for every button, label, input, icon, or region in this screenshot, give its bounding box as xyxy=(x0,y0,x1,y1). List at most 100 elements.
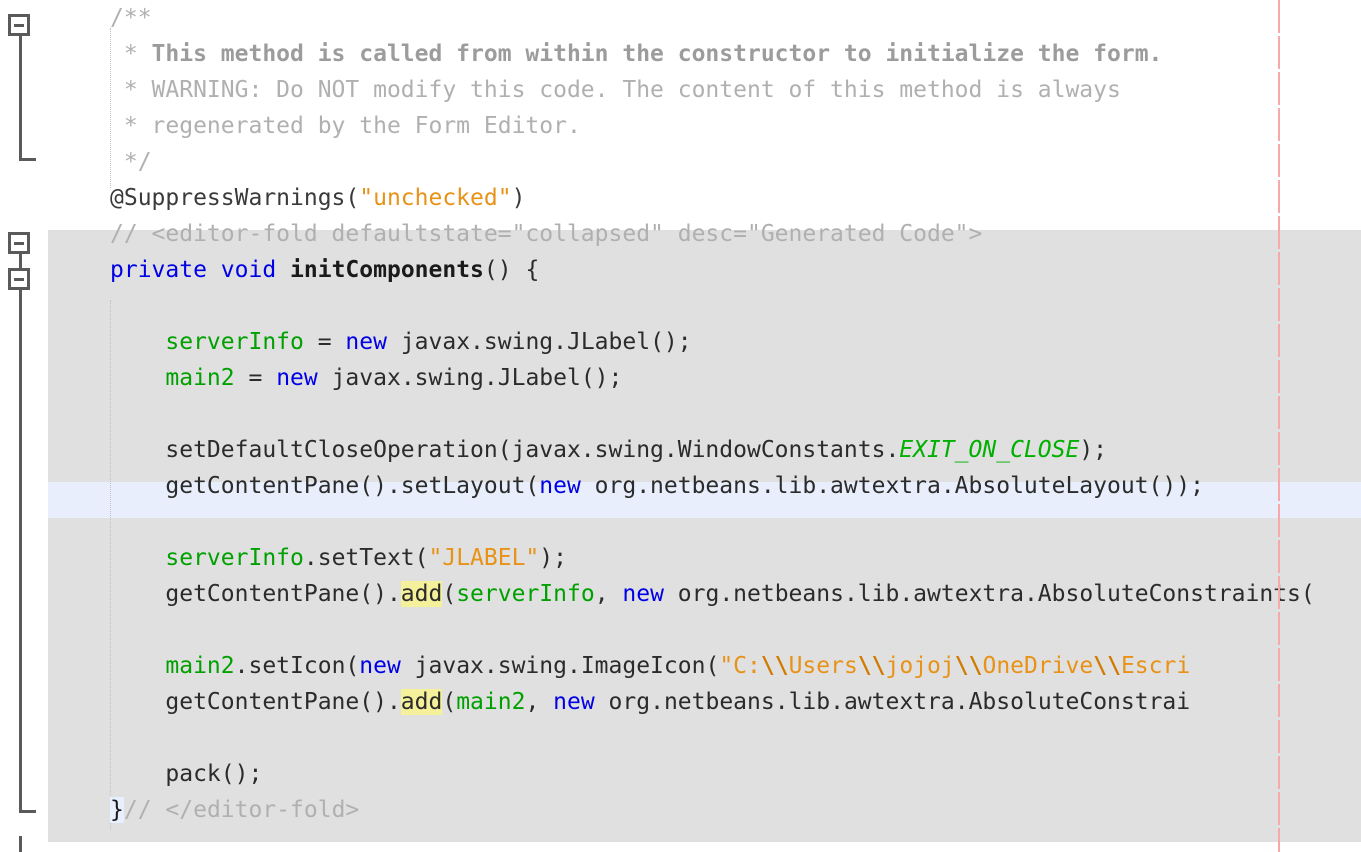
code-line-1[interactable]: /** xyxy=(110,0,152,36)
token: // <editor-fold defaultstate="collapsed"… xyxy=(110,221,983,247)
right-margin-guide xyxy=(1278,0,1280,852)
code-line-12[interactable] xyxy=(110,396,124,432)
token: () { xyxy=(483,257,540,283)
fold-stem-javadoc xyxy=(19,36,22,160)
token: org.netbeans.lib.awtextra.AbsoluteConstr… xyxy=(663,581,1315,607)
token: serverInfo xyxy=(456,581,595,607)
token: ) xyxy=(511,185,526,211)
code-line-15[interactable] xyxy=(110,504,124,540)
token: private xyxy=(110,257,207,283)
code-line-13[interactable]: setDefaultCloseOperation(javax.swing.Win… xyxy=(110,432,1107,468)
code-line-18[interactable] xyxy=(110,612,124,648)
token: // </editor-fold> xyxy=(123,797,360,823)
fold-gutter[interactable] xyxy=(0,0,48,852)
token: new xyxy=(359,653,401,679)
token: javax.swing.JLabel(); xyxy=(317,365,623,391)
code-line-4[interactable]: * regenerated by the Form Editor. xyxy=(110,108,581,144)
token: setDefaultCloseOperation(javax.swing.Win… xyxy=(110,437,900,463)
token: Users xyxy=(788,653,858,679)
token: "unchecked" xyxy=(359,185,512,211)
token: pack(); xyxy=(110,761,263,787)
token: org.netbeans.lib.awtextra.AbsoluteConstr… xyxy=(594,689,1191,715)
token: = xyxy=(234,365,277,391)
code-line-6[interactable]: @SuppressWarnings("unchecked") xyxy=(110,180,525,216)
token: javax.swing.ImageIcon( xyxy=(400,653,720,679)
token: new xyxy=(276,365,318,391)
token: , xyxy=(525,689,554,715)
fold-foot-method-body xyxy=(19,810,36,813)
fold-toggle-editor-fold[interactable] xyxy=(8,232,30,254)
token: serverInfo xyxy=(165,329,304,355)
token: @SuppressWarnings( xyxy=(110,185,360,211)
token: * regenerated by the Form Editor. xyxy=(110,113,581,139)
token: ( xyxy=(442,581,457,607)
code-line-7[interactable]: // <editor-fold defaultstate="collapsed"… xyxy=(110,216,982,252)
code-line-10[interactable]: serverInfo = new javax.swing.JLabel(); xyxy=(110,324,692,360)
code-line-9[interactable] xyxy=(110,288,124,324)
token: getContentPane(). xyxy=(110,581,401,607)
token: org.netbeans.lib.awtextra.AbsoluteLayout… xyxy=(580,473,1204,499)
fold-toggle-javadoc[interactable] xyxy=(8,14,30,36)
token: initComponents xyxy=(290,257,484,283)
code-line-2[interactable]: * This method is called from within the … xyxy=(110,36,1163,72)
token: \\ xyxy=(954,653,983,679)
code-line-8[interactable]: private void initComponents() { xyxy=(110,252,539,288)
code-line-21[interactable] xyxy=(110,720,124,756)
code-line-3[interactable]: * WARNING: Do NOT modify this code. The … xyxy=(110,72,1121,108)
token: void xyxy=(220,257,277,283)
code-line-16[interactable]: serverInfo.setText("JLABEL"); xyxy=(110,540,567,576)
token: \\ xyxy=(760,653,789,679)
token: OneDrive xyxy=(982,653,1094,679)
code-line-11[interactable]: main2 = new javax.swing.JLabel(); xyxy=(110,360,622,396)
java-code-editor[interactable]: /** * This method is called from within … xyxy=(0,0,1361,852)
token: = xyxy=(303,329,346,355)
token: main2 xyxy=(456,689,526,715)
code-line-20[interactable]: getContentPane().add(main2, new org.netb… xyxy=(110,684,1190,720)
token: ); xyxy=(1079,437,1108,463)
token: main2 xyxy=(165,365,235,391)
token: getContentPane(). xyxy=(110,689,401,715)
code-line-22[interactable]: pack(); xyxy=(110,756,262,792)
token: ( xyxy=(442,689,457,715)
code-line-17[interactable]: getContentPane().add(serverInfo, new org… xyxy=(110,576,1315,612)
token: This method is called from within the co… xyxy=(151,41,1163,67)
token: } xyxy=(110,797,124,823)
token: javax.swing.JLabel(); xyxy=(386,329,692,355)
token: Escri xyxy=(1120,653,1191,679)
token: "C: xyxy=(719,653,761,679)
fold-stem-next xyxy=(19,836,22,852)
token: \\ xyxy=(1093,653,1121,679)
fold-stem-editor-fold xyxy=(19,254,22,268)
token: getContentPane().setLayout( xyxy=(110,473,540,499)
token: \\ xyxy=(857,653,886,679)
code-line-5[interactable]: */ xyxy=(110,144,152,180)
token: .setIcon( xyxy=(234,653,360,679)
token: /** xyxy=(110,5,152,31)
token: .setText( xyxy=(303,545,429,571)
code-line-23[interactable]: }// </editor-fold> xyxy=(110,792,359,828)
token: ); xyxy=(539,545,567,571)
token: add xyxy=(400,689,443,715)
token: * WARNING: Do NOT modify this code. The … xyxy=(110,77,1121,103)
token: add xyxy=(400,581,443,607)
token: * xyxy=(110,41,152,67)
token: jojoj xyxy=(885,653,955,679)
code-text-area[interactable]: /** * This method is called from within … xyxy=(48,0,1361,852)
token: new xyxy=(553,689,595,715)
token: EXIT_ON_CLOSE xyxy=(899,437,1080,463)
token: "JLABEL" xyxy=(428,545,540,571)
fold-foot-javadoc xyxy=(19,158,36,161)
token: new xyxy=(345,329,387,355)
code-line-14[interactable]: getContentPane().setLayout(new org.netbe… xyxy=(110,468,1204,504)
token: main2 xyxy=(165,653,235,679)
token: new xyxy=(622,581,664,607)
generated-code-block-shading xyxy=(48,230,1361,842)
code-line-19[interactable]: main2.setIcon(new javax.swing.ImageIcon(… xyxy=(110,648,1190,684)
fold-toggle-method-body[interactable] xyxy=(8,268,30,290)
token: , xyxy=(594,581,623,607)
